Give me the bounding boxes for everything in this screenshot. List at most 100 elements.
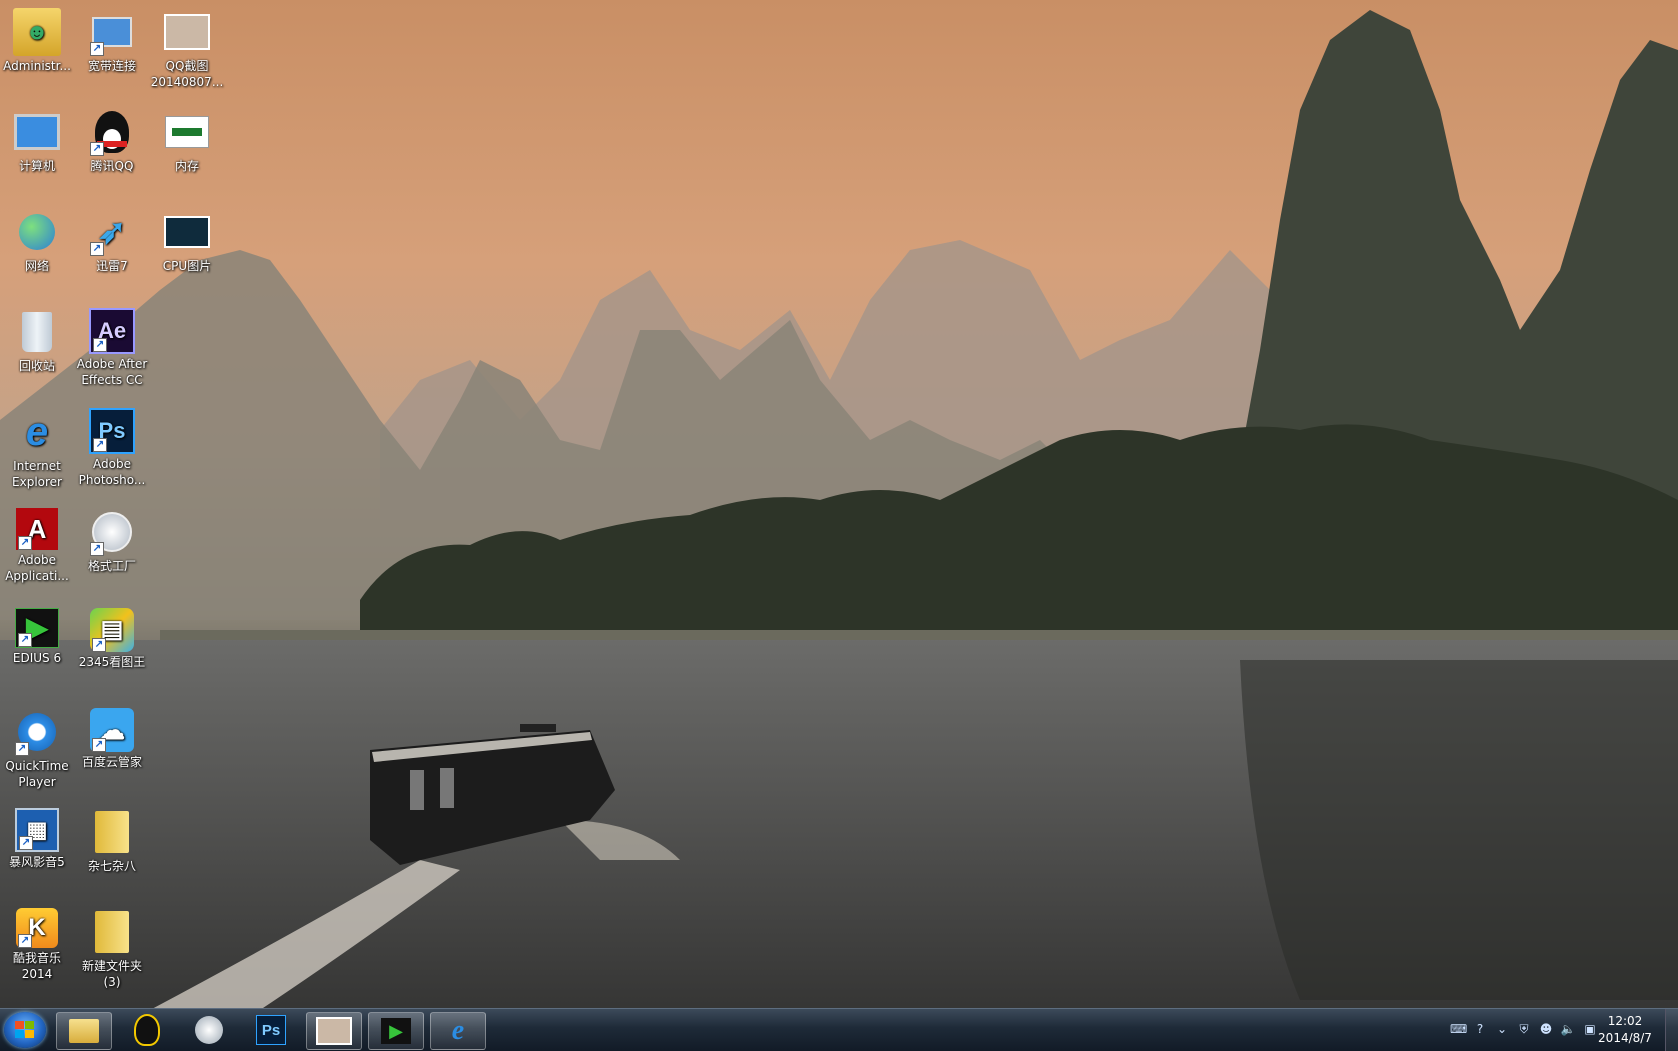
edius-icon: ▶ ↗ bbox=[15, 608, 59, 648]
desktop-icon-cpu-image[interactable]: CPU图片 bbox=[150, 204, 224, 274]
desktop-icon-label: 网络 bbox=[24, 259, 49, 273]
internet-explorer-icon: e bbox=[25, 410, 49, 454]
taskbar-edius-button[interactable]: ▶ bbox=[368, 1012, 424, 1050]
desktop-icon-label: Adobe After Effects CC bbox=[76, 357, 148, 387]
help-icon[interactable]: ? bbox=[1472, 1021, 1488, 1037]
shortcut-arrow-icon: ↗ bbox=[90, 42, 104, 56]
taskbar-clock[interactable]: 12:02 2014/8/7 bbox=[1590, 1013, 1660, 1047]
desktop-icon-label: 计算机 bbox=[18, 159, 55, 173]
desktop-icon-internet-explorer[interactable]: e Internet Explorer bbox=[0, 404, 74, 490]
taskbar-qq-screenshot-button[interactable] bbox=[306, 1012, 362, 1050]
network-globe-icon bbox=[13, 208, 61, 256]
edius-icon: ▶ bbox=[381, 1018, 411, 1044]
system-tray: ⌨ ? ⌄ ⛨ ☻ 🔈 ▣ bbox=[1450, 1021, 1598, 1039]
internet-explorer-icon: e bbox=[451, 1015, 465, 1046]
desktop-icon-thunder[interactable]: ➶ ↗ 迅雷7 bbox=[75, 204, 149, 274]
computer-icon bbox=[13, 108, 61, 156]
desktop-icon-label: 腾讯QQ bbox=[90, 159, 134, 173]
shortcut-arrow-icon: ↗ bbox=[15, 742, 29, 756]
folder-icon bbox=[69, 1019, 99, 1043]
desktop-icon-label: QQ截图 20140807... bbox=[150, 59, 224, 89]
desktop-icon-label: Administr... bbox=[3, 59, 71, 73]
desktop-icon-computer[interactable]: 计算机 bbox=[0, 104, 74, 174]
taskbar-explorer-button[interactable] bbox=[56, 1012, 112, 1050]
desktop-icon-qq-screenshot[interactable]: QQ截图 20140807... bbox=[150, 4, 224, 90]
user-folder-icon: ☻ bbox=[13, 8, 61, 56]
thunder-bird-icon: ➶ ↗ bbox=[88, 208, 136, 256]
recycle-bin-icon bbox=[13, 308, 61, 356]
desktop-icon-label: EDIUS 6 bbox=[12, 651, 62, 665]
desktop-icon-label: 新建文件夹 (3) bbox=[81, 959, 142, 989]
desktop-icon-label: 2345看图王 bbox=[78, 655, 146, 669]
baidu-cloud-icon: ☁ ↗ bbox=[90, 708, 134, 752]
image-thumbnail-icon bbox=[316, 1017, 352, 1045]
windows-logo-icon bbox=[15, 1021, 35, 1039]
desktop-icon-label: 杂七杂八 bbox=[87, 859, 136, 873]
desktop-wallpaper bbox=[0, 0, 1678, 1050]
wallpaper-landscape bbox=[0, 10, 1678, 1010]
shortcut-arrow-icon: ↗ bbox=[92, 638, 106, 652]
desktop-icon-label: Adobe Applicati... bbox=[5, 553, 69, 583]
desktop-icon-storm-player[interactable]: ▦ ↗ 暴风影音5 bbox=[0, 804, 74, 870]
desktop-icon-broadband[interactable]: ↗ 宽带连接 bbox=[75, 4, 149, 74]
desktop-icon-label: CPU图片 bbox=[162, 259, 212, 273]
qq-penguin-icon bbox=[134, 1014, 160, 1046]
shortcut-arrow-icon: ↗ bbox=[90, 542, 104, 556]
desktop-icon-label: Internet Explorer bbox=[12, 459, 62, 489]
memory-chip-icon bbox=[163, 108, 211, 156]
taskbar-format-factory-button[interactable] bbox=[182, 1012, 236, 1048]
network-connection-icon: ↗ bbox=[88, 8, 136, 56]
shortcut-arrow-icon: ↗ bbox=[18, 633, 32, 647]
desktop-icon-label: 回收站 bbox=[18, 359, 55, 373]
start-button[interactable] bbox=[4, 1012, 46, 1048]
shortcut-arrow-icon: ↗ bbox=[19, 836, 33, 850]
desktop-icon-new-folder[interactable]: 新建文件夹 (3) bbox=[75, 904, 149, 990]
desktop-icon-baidu-cloud[interactable]: ☁ ↗ 百度云管家 bbox=[75, 704, 149, 770]
shortcut-arrow-icon: ↗ bbox=[92, 738, 106, 752]
desktop-icon-recycle-bin[interactable]: 回收站 bbox=[0, 304, 74, 374]
desktop-icon-administrator[interactable]: ☻ Administr... bbox=[0, 4, 74, 74]
taskbar-photoshop-button[interactable]: Ps bbox=[244, 1012, 298, 1048]
clock-time: 12:02 bbox=[1607, 1014, 1643, 1028]
shortcut-arrow-icon: ↗ bbox=[90, 142, 104, 156]
clock-date: 2014/8/7 bbox=[1598, 1031, 1652, 1045]
qq-penguin-icon: ↗ bbox=[88, 108, 136, 156]
keyboard-icon[interactable]: ⌨ bbox=[1450, 1021, 1467, 1037]
desktop-icon-qq[interactable]: ↗ 腾讯QQ bbox=[75, 104, 149, 174]
desktop-icon-edius[interactable]: ▶ ↗ EDIUS 6 bbox=[0, 604, 74, 666]
kuwo-music-icon: K ↗ bbox=[16, 908, 58, 948]
desktop-icon-2345-viewer[interactable]: ▤ ↗ 2345看图王 bbox=[75, 604, 149, 670]
volume-icon[interactable]: 🔈 bbox=[1560, 1021, 1576, 1037]
photoshop-icon: Ps ↗ bbox=[89, 408, 135, 454]
adobe-acrobat-icon: A ↗ bbox=[16, 508, 58, 550]
storm-player-icon: ▦ ↗ bbox=[15, 808, 59, 852]
desktop-icon-label: 内存 bbox=[174, 159, 199, 173]
desktop-icon-network[interactable]: 网络 bbox=[0, 204, 74, 274]
desktop-icon-adobe-application[interactable]: A ↗ Adobe Applicati... bbox=[0, 504, 74, 584]
desktop-icon-label: QuickTime Player bbox=[5, 759, 69, 789]
shortcut-arrow-icon: ↗ bbox=[93, 438, 107, 452]
show-desktop-button[interactable] bbox=[1665, 1009, 1678, 1051]
format-factory-icon: ↗ bbox=[88, 508, 136, 556]
shield-icon[interactable]: ⛨ bbox=[1516, 1021, 1532, 1037]
desktop-icon-photoshop[interactable]: Ps ↗ Adobe Photosho... bbox=[75, 404, 149, 488]
folder-icon bbox=[88, 908, 136, 956]
chevron-down-icon[interactable]: ⌄ bbox=[1494, 1021, 1510, 1037]
desktop-icon-misc-folder[interactable]: 杂七杂八 bbox=[75, 804, 149, 874]
desktop-icon-after-effects[interactable]: Ae ↗ Adobe After Effects CC bbox=[75, 304, 149, 388]
desktop-icon-label: 暴风影音5 bbox=[9, 855, 65, 869]
desktop-icon-label: 酷我音乐 2014 bbox=[12, 951, 61, 981]
shortcut-arrow-icon: ↗ bbox=[18, 536, 32, 550]
qq-tray-icon[interactable]: ☻ bbox=[1538, 1021, 1554, 1037]
desktop-icon-memory[interactable]: 内存 bbox=[150, 104, 224, 174]
image-thumbnail-icon bbox=[163, 208, 211, 256]
desktop-icon-quicktime[interactable]: ↗ QuickTime Player bbox=[0, 704, 74, 790]
desktop-icon-label: 百度云管家 bbox=[81, 755, 142, 769]
taskbar-ie-button[interactable]: e bbox=[430, 1012, 486, 1050]
desktop-icon-label: 宽带连接 bbox=[87, 59, 136, 73]
shortcut-arrow-icon: ↗ bbox=[18, 934, 32, 948]
image-thumbnail-icon bbox=[163, 8, 211, 56]
taskbar-qq-button[interactable] bbox=[120, 1012, 174, 1048]
desktop-icon-format-factory[interactable]: ↗ 格式工厂 bbox=[75, 504, 149, 574]
desktop-icon-kuwo-music[interactable]: K ↗ 酷我音乐 2014 bbox=[0, 904, 74, 982]
